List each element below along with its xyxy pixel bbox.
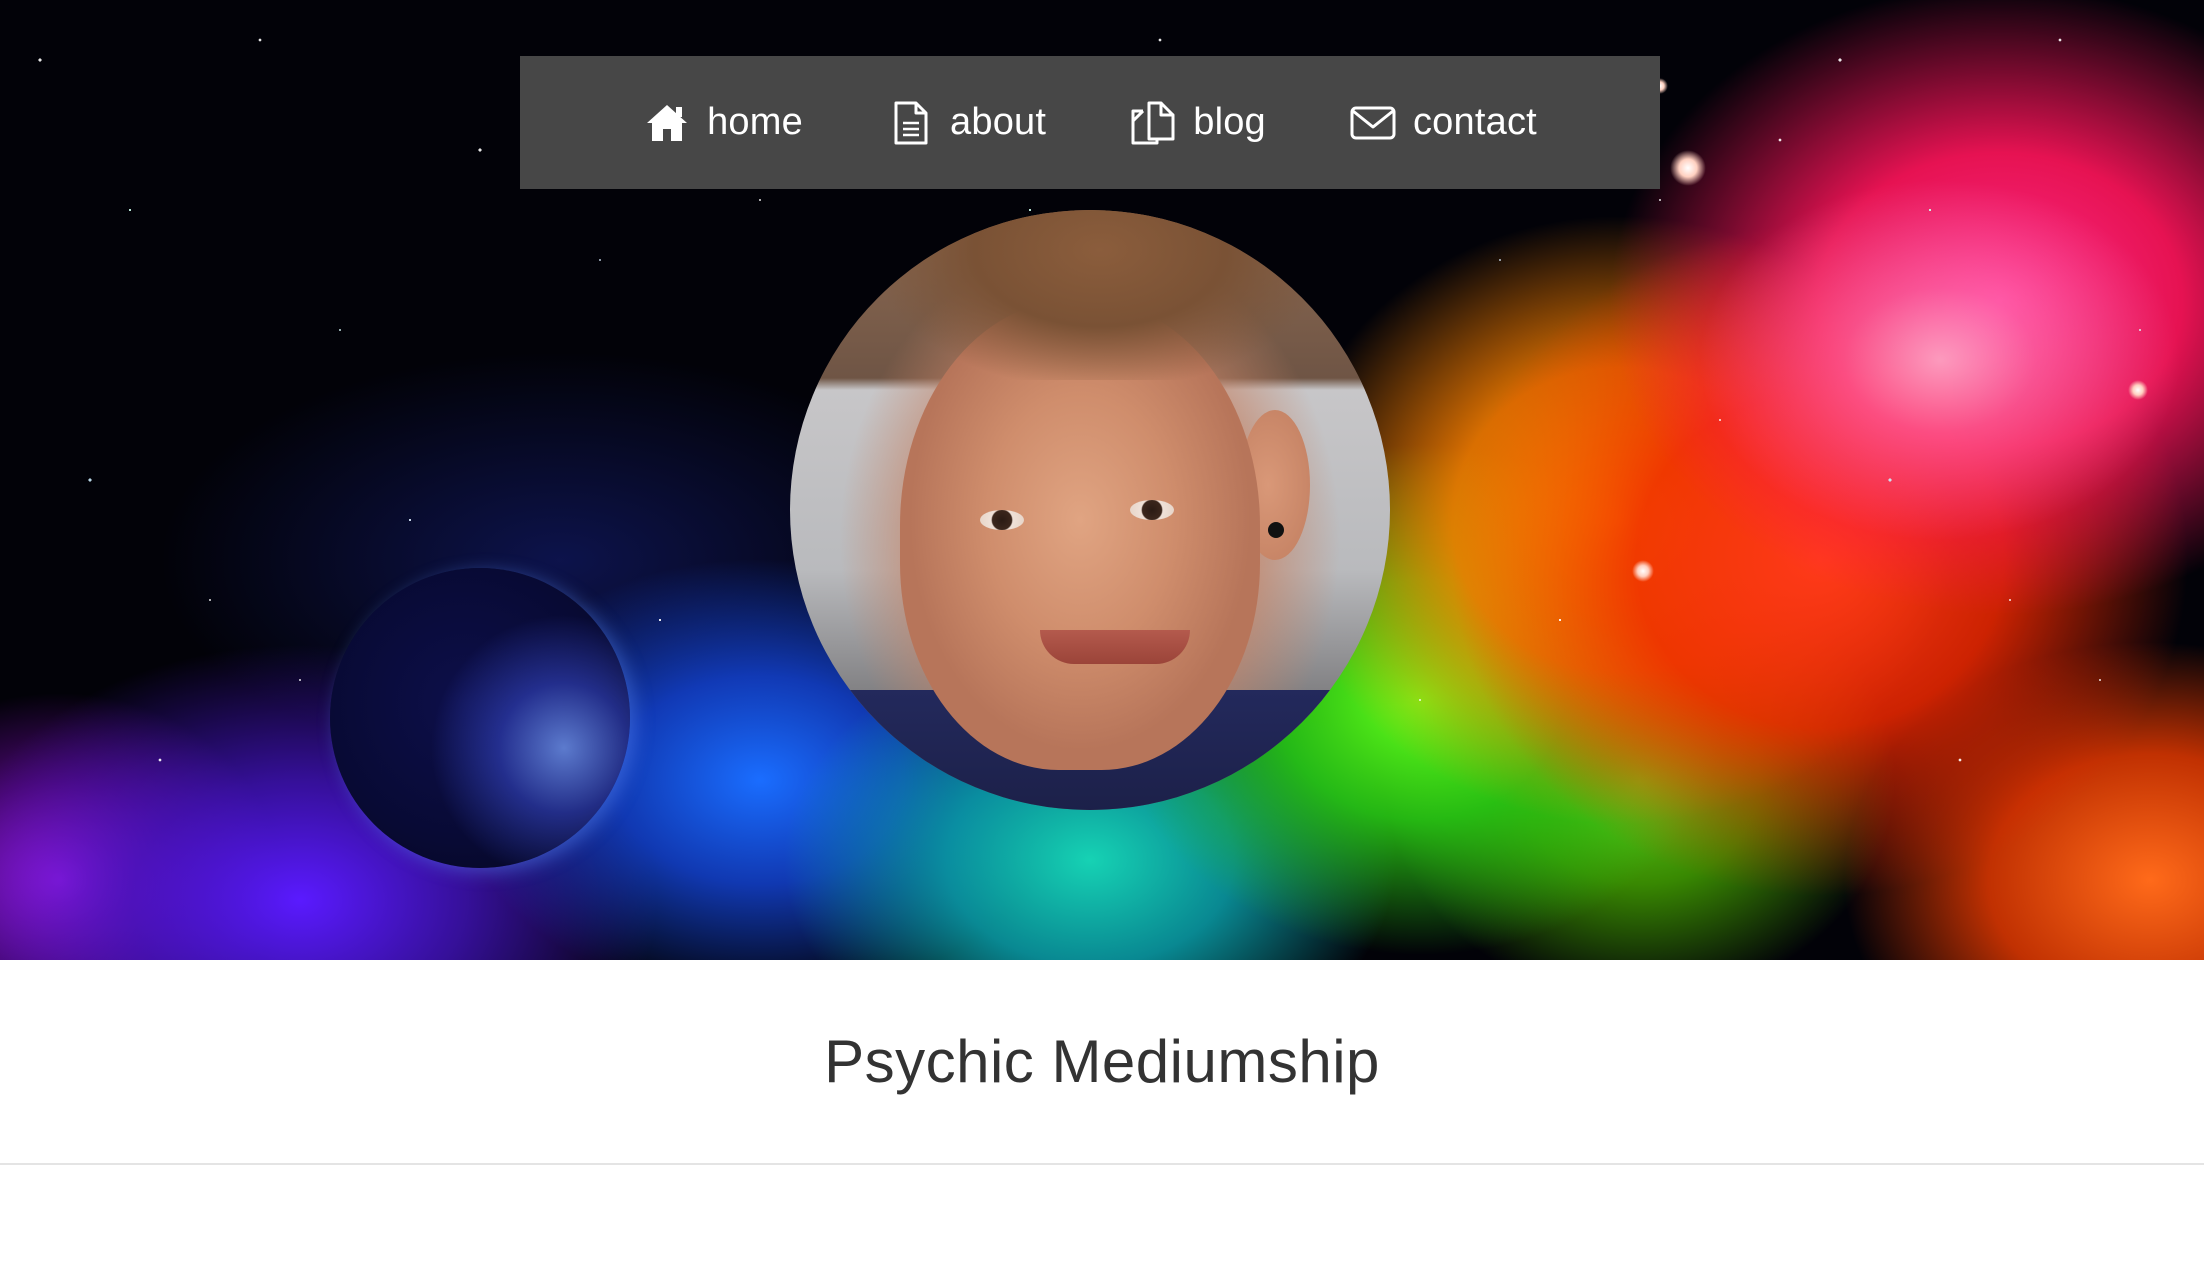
nav-item-contact[interactable]: contact — [1349, 99, 1537, 147]
glow-star — [2128, 380, 2148, 400]
planet — [330, 568, 630, 868]
glow-star — [1670, 150, 1706, 186]
nav-item-label: blog — [1193, 101, 1266, 143]
page-header: Psychic Mediumship — [0, 960, 2204, 1165]
nav-item-label: about — [950, 101, 1047, 143]
main-nav: home about blog contact — [520, 56, 1660, 189]
envelope-icon — [1349, 99, 1397, 147]
avatar-eye — [1130, 500, 1174, 520]
avatar-hair — [870, 210, 1330, 380]
avatar-mouth — [1040, 630, 1190, 664]
avatar-earring — [1268, 522, 1284, 538]
avatar — [790, 210, 1390, 810]
glow-star — [1632, 560, 1654, 582]
document-icon — [886, 99, 934, 147]
nav-item-blog[interactable]: blog — [1129, 99, 1266, 147]
nav-item-about[interactable]: about — [886, 99, 1046, 147]
hero-banner: home about blog contact — [0, 0, 2204, 960]
nav-item-label: contact — [1412, 101, 1537, 143]
copy-icon — [1129, 99, 1177, 147]
nav-item-label: home — [707, 101, 803, 143]
page-title: Psychic Mediumship — [824, 1028, 1380, 1095]
avatar-eye — [980, 510, 1024, 530]
home-icon — [643, 99, 691, 147]
nav-item-home[interactable]: home — [643, 99, 803, 147]
